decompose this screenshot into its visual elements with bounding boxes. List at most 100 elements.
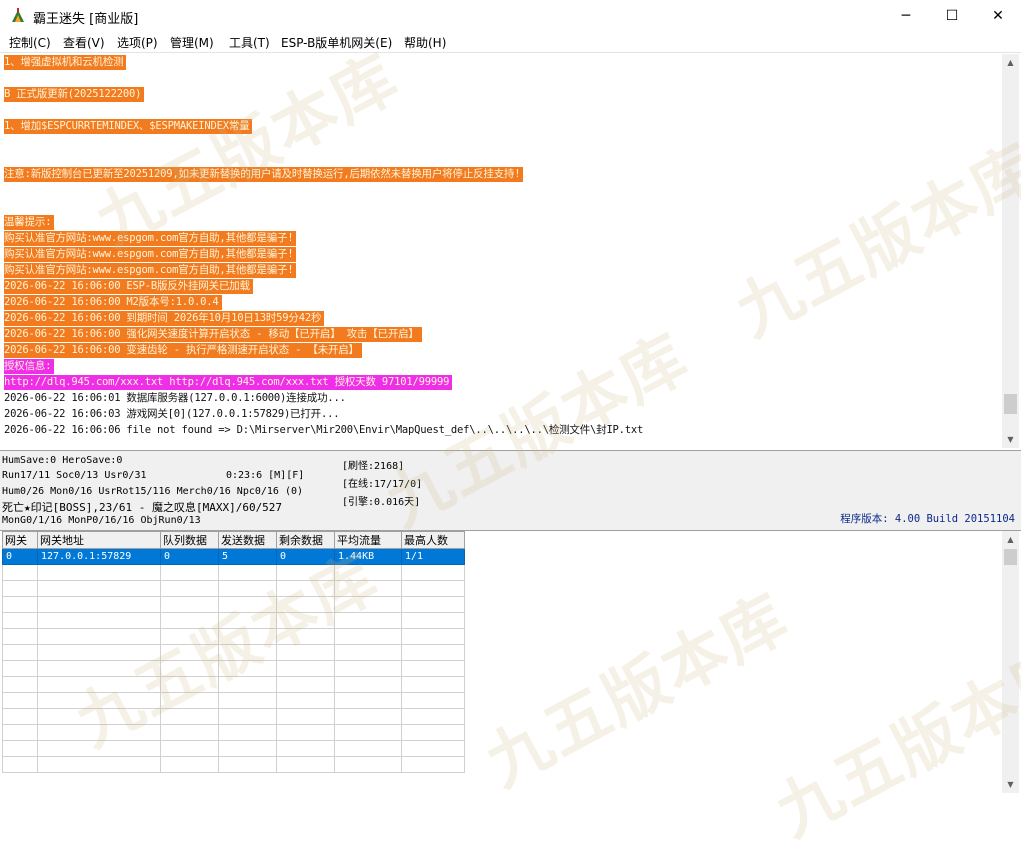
table-row[interactable] (2, 580, 465, 597)
table-cell (160, 708, 219, 725)
table-row[interactable] (2, 756, 465, 773)
table-cell (37, 692, 161, 709)
table-cell (160, 724, 219, 741)
table-cell (37, 628, 161, 645)
table-cell (160, 564, 219, 581)
table-row[interactable] (2, 564, 465, 581)
table-row[interactable] (2, 692, 465, 709)
table-cell (37, 660, 161, 677)
scroll-down-arrow-icon[interactable]: ▼ (1002, 431, 1019, 448)
status-run: Run17/11 Soc0/13 Usr0/31 (2, 470, 147, 481)
app-icon (12, 8, 24, 22)
log-scroll-thumb[interactable] (1004, 394, 1017, 414)
column-header[interactable]: 剩余数据 (276, 531, 335, 549)
log-panel[interactable]: 1、增强虚拟机和云机检测 B 正式版更新(2025122200) 1、增加$ESPC… (2, 54, 1000, 448)
table-cell (401, 564, 465, 581)
table-cell (218, 740, 277, 757)
table-cell: 5 (218, 548, 277, 565)
table-cell (160, 660, 219, 677)
table-cell (2, 692, 38, 709)
grid-scroll-up-arrow-icon[interactable]: ▲ (1002, 531, 1019, 548)
table-cell (160, 644, 219, 661)
table-cell (276, 692, 335, 709)
table-cell (218, 612, 277, 629)
table-cell (37, 580, 161, 597)
log-line: http://dlq.945.com/xxx.txt http://dlq.94… (4, 375, 453, 390)
menu-manage[interactable]: 管理(M) (170, 34, 214, 51)
grid-scroll-down-arrow-icon[interactable]: ▼ (1002, 776, 1019, 793)
column-header[interactable]: 最高人数 (401, 531, 465, 549)
table-cell (276, 740, 335, 757)
menu-tools[interactable]: 工具(T) (229, 34, 270, 51)
table-row[interactable]: 0 127.0.0.1:57829 0 5 0 1.44KB 1/1 (2, 548, 465, 565)
table-cell (160, 580, 219, 597)
table-cell (334, 644, 402, 661)
table-row[interactable] (2, 596, 465, 613)
scroll-up-arrow-icon[interactable]: ▲ (1002, 54, 1019, 71)
table-cell (160, 692, 219, 709)
table-cell (334, 612, 402, 629)
column-header[interactable]: 发送数据 (218, 531, 277, 549)
table-row[interactable] (2, 740, 465, 757)
table-cell (334, 580, 402, 597)
table-cell: 0 (160, 548, 219, 565)
table-cell (160, 612, 219, 629)
table-cell (401, 660, 465, 677)
column-header[interactable]: 平均流量 (334, 531, 402, 549)
table-cell (334, 660, 402, 677)
table-cell (276, 660, 335, 677)
table-cell (37, 612, 161, 629)
menu-view[interactable]: 查看(V) (63, 34, 105, 51)
table-cell (2, 740, 38, 757)
table-cell (2, 628, 38, 645)
table-cell (2, 724, 38, 741)
table-row[interactable] (2, 644, 465, 661)
table-row[interactable] (2, 612, 465, 629)
table-cell (401, 756, 465, 773)
menu-help[interactable]: 帮助(H) (404, 34, 446, 51)
table-row[interactable] (2, 708, 465, 725)
table-cell (2, 612, 38, 629)
grid-scroll-thumb[interactable] (1004, 549, 1017, 565)
maximize-button[interactable]: ☐ (929, 0, 975, 31)
table-cell (276, 724, 335, 741)
minimize-button[interactable]: ─ (883, 0, 929, 31)
log-line: 2026-06-22 16:06:00 到期时间 2026年10月10日13时5… (4, 311, 325, 326)
log-line: 2026-06-22 16:06:00 M2版本号:1.0.0.4 (4, 295, 222, 310)
table-cell (401, 612, 465, 629)
table-cell (401, 708, 465, 725)
table-cell (160, 756, 219, 773)
table-cell (218, 580, 277, 597)
table-cell (218, 756, 277, 773)
table-cell (218, 628, 277, 645)
close-button[interactable]: ✕ (975, 0, 1021, 31)
log-line: 2026-06-22 16:06:00 变速齿轮 - 执行严格测速开启状态 - … (4, 343, 362, 358)
table-cell (2, 596, 38, 613)
column-header[interactable]: 队列数据 (160, 531, 219, 549)
table-cell (334, 596, 402, 613)
grid-scrollbar[interactable]: ▲ ▼ (1002, 531, 1019, 793)
table-cell (276, 628, 335, 645)
menu-options[interactable]: 选项(P) (117, 34, 158, 51)
table-cell (218, 596, 277, 613)
table-cell (276, 756, 335, 773)
column-header[interactable]: 网关 (2, 531, 38, 549)
table-row[interactable] (2, 676, 465, 693)
table-cell (276, 596, 335, 613)
column-header[interactable]: 网关地址 (37, 531, 161, 549)
menu-esp-gateway[interactable]: ESP-B版单机网关(E) (281, 34, 392, 51)
status-refresh: [刷怪:2168] (342, 461, 405, 472)
status-online: [在线:17/17/0] (342, 479, 423, 490)
table-row[interactable] (2, 660, 465, 677)
table-cell (37, 596, 161, 613)
table-cell (334, 564, 402, 581)
window-title: 霸王迷失 [商业版] (33, 12, 139, 27)
log-scrollbar[interactable]: ▲ ▼ (1002, 54, 1019, 448)
table-cell (401, 596, 465, 613)
table-row[interactable] (2, 724, 465, 741)
menu-control[interactable]: 控制(C) (9, 34, 51, 51)
table-row[interactable] (2, 628, 465, 645)
status-mon: MonG0/1/16 MonP0/16/16 ObjRun0/13 (2, 515, 201, 526)
title-bar: 霸王迷失 [商业版] ─ ☐ ✕ (0, 0, 1021, 31)
table-cell: 1.44KB (334, 548, 402, 565)
